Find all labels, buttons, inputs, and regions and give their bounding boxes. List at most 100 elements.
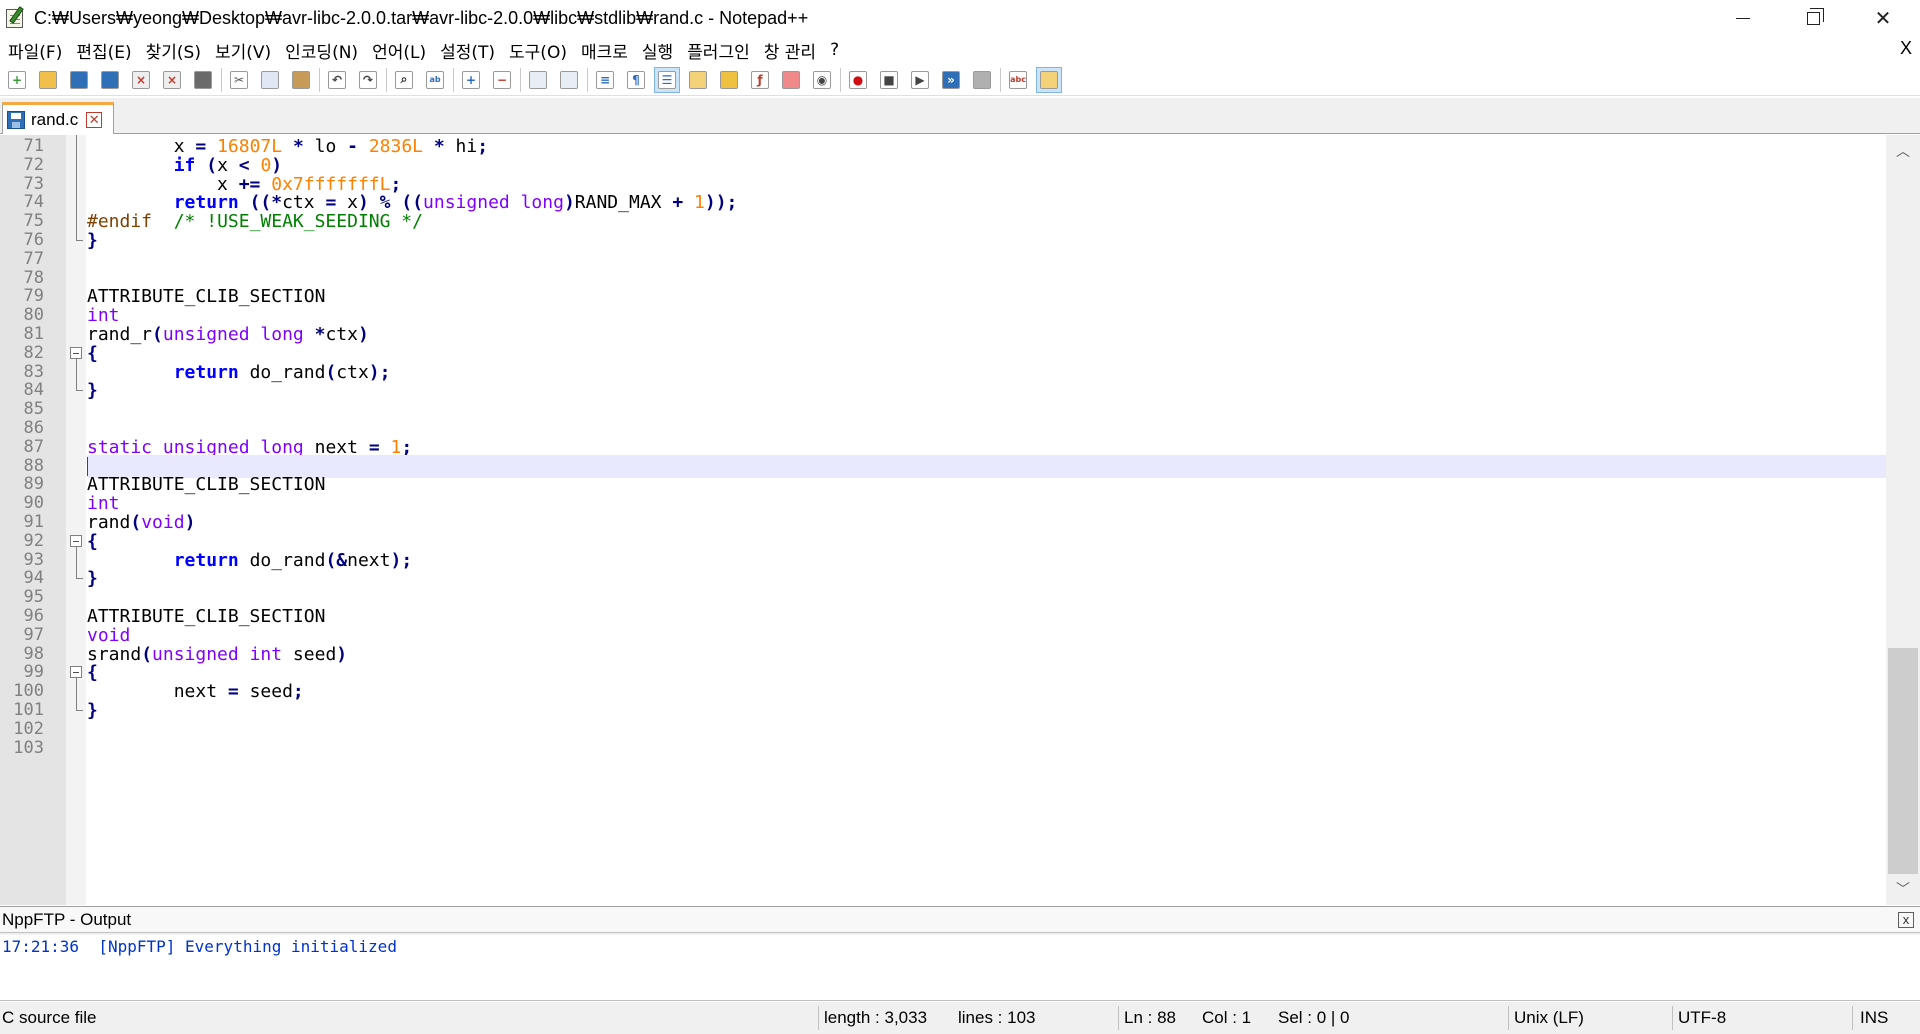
code-line[interactable]	[87, 737, 1887, 760]
open-file-icon	[39, 70, 57, 89]
spell-check-icon: abc	[1009, 70, 1027, 89]
save-macro-button[interactable]	[969, 67, 995, 93]
status-selection: Sel : 0 | 0	[1278, 1008, 1350, 1027]
print-button[interactable]	[190, 67, 216, 93]
line-number-margin: 71 72 73 74 75 76 77 78 79 80 81 82 83 84 85 86 87 88 89 90…	[0, 135, 46, 905]
menu-item-3[interactable]: 보기(V)	[208, 38, 278, 63]
menu-item-7[interactable]: 도구(O)	[502, 38, 574, 63]
redo-icon: ↷	[359, 70, 377, 89]
status-insert-mode[interactable]: INS	[1860, 1002, 1888, 1034]
indent-guide-button[interactable]: ☰	[654, 66, 680, 93]
menu-item-6[interactable]: 설정(T)	[433, 38, 502, 63]
fold-toggle-icon[interactable]	[70, 347, 82, 359]
undo-button[interactable]: ↶	[324, 67, 350, 93]
cut-button[interactable]: ✂	[226, 67, 252, 93]
menu-item-8[interactable]: 매크로	[574, 38, 635, 63]
notepad-plus-plus-icon	[4, 6, 28, 30]
open-file-button[interactable]	[35, 67, 61, 93]
word-wrap-button[interactable]: ≡	[592, 67, 618, 93]
saved-file-icon	[7, 110, 25, 129]
doc-map-icon	[720, 70, 738, 89]
save-button[interactable]	[66, 67, 92, 93]
menu-item-0[interactable]: 파일(F)	[0, 38, 69, 63]
paste-icon	[292, 70, 310, 89]
code-text-area[interactable]: x = 16807L * lo - 2836L * hi; if (x < 0)…	[87, 135, 1887, 905]
menu-item-1[interactable]: 편집(E)	[69, 38, 138, 63]
copy-icon	[261, 70, 279, 89]
tab-close-icon[interactable]: ✕	[86, 111, 103, 128]
output-close-button[interactable]: x	[1898, 912, 1914, 928]
zoom-in-icon: +	[462, 70, 480, 89]
new-file-button[interactable]: +	[4, 67, 30, 93]
monitoring-icon: ◉	[813, 70, 831, 89]
replace-icon: ab	[426, 70, 444, 89]
doc-map-button[interactable]	[716, 67, 742, 93]
status-length: length : 3,033	[824, 1008, 928, 1027]
run-macro-multiple-button[interactable]: »	[938, 67, 964, 93]
minimize-icon	[1736, 17, 1750, 19]
play-macro-button[interactable]: ▶	[907, 67, 933, 93]
nppftp-button[interactable]	[1036, 66, 1062, 93]
show-all-chars-button[interactable]: ¶	[623, 67, 649, 93]
fold-toggle-icon[interactable]	[70, 535, 82, 547]
function-list-button[interactable]: ƒ	[747, 67, 773, 93]
code-editor[interactable]: 71 72 73 74 75 76 77 78 79 80 81 82 83 84 85 86 87 88 89 90…	[0, 135, 1920, 905]
replace-button[interactable]: ab	[422, 67, 448, 93]
scroll-down-icon[interactable]: ﹀	[1886, 873, 1920, 905]
sync-vertical-button[interactable]	[525, 67, 551, 93]
spell-check-button[interactable]: abc	[1005, 67, 1031, 93]
status-bar: C source file length : 3,033 lines : 103…	[0, 1002, 1920, 1034]
menu-item-9[interactable]: 실행	[635, 38, 680, 63]
minimize-button[interactable]	[1708, 0, 1778, 36]
output-panel-title: NppFTP - Output	[2, 909, 132, 929]
show-all-chars-icon: ¶	[627, 70, 645, 89]
stop-macro-button[interactable]: ■	[876, 67, 902, 93]
output-panel-header: NppFTP - Output x	[0, 907, 1920, 933]
paste-button[interactable]	[288, 67, 314, 93]
monitoring-button[interactable]: ◉	[809, 67, 835, 93]
close-all-button[interactable]: ×	[159, 67, 185, 93]
close-all-icon: ×	[163, 70, 181, 89]
gutter: 71 72 73 74 75 76 77 78 79 80 81 82 83 84 85 86 87 88 89 90…	[0, 135, 86, 905]
menu-item-2[interactable]: 찾기(S)	[139, 38, 208, 63]
menu-item-4[interactable]: 인코딩(N)	[278, 38, 365, 63]
status-file-type: C source file	[2, 1008, 97, 1027]
fold-toggle-icon[interactable]	[70, 666, 82, 678]
find-icon: ⌕	[395, 70, 413, 89]
play-macro-icon: ▶	[911, 70, 929, 89]
find-button[interactable]: ⌕	[391, 67, 417, 93]
cut-icon: ✂	[230, 70, 248, 89]
sync-horizontal-button[interactable]	[556, 67, 582, 93]
record-macro-button[interactable]: ●	[845, 67, 871, 93]
zoom-out-button[interactable]: −	[489, 67, 515, 93]
close-window-button[interactable]: ✕	[1848, 0, 1918, 36]
record-macro-icon: ●	[849, 70, 867, 89]
tab-rand-c[interactable]: rand.c ✕	[2, 102, 114, 134]
user-lang-button[interactable]	[685, 67, 711, 93]
fold-margin[interactable]	[66, 135, 86, 905]
menu-item-11[interactable]: 창 관리	[757, 38, 823, 63]
menu-item-5[interactable]: 언어(L)	[365, 38, 433, 63]
copy-button[interactable]	[257, 67, 283, 93]
line-number: 103	[13, 738, 44, 758]
nppftp-output-panel: NppFTP - Output x 17:21:36 [NppFTP] Ever…	[0, 906, 1920, 1001]
output-log[interactable]: 17:21:36 [NppFTP] Everything initialized	[0, 935, 1920, 1001]
status-eol[interactable]: Unix (LF)	[1514, 1002, 1584, 1034]
save-all-button[interactable]	[97, 67, 123, 93]
close-button[interactable]: ×	[128, 67, 154, 93]
menu-bar: 파일(F) 편집(E) 찾기(S) 보기(V) 인코딩(N) 언어(L) 설정(T) 도구(O…	[0, 36, 1920, 64]
redo-button[interactable]: ↷	[355, 67, 381, 93]
menu-item-10[interactable]: 플러그인	[680, 38, 757, 63]
close-document-button[interactable]: X	[1900, 38, 1912, 59]
zoom-in-button[interactable]: +	[458, 67, 484, 93]
scrollbar-thumb[interactable]	[1888, 648, 1918, 874]
vertical-scrollbar[interactable]: ︿ ﹀	[1886, 135, 1920, 905]
scroll-up-icon[interactable]: ︿	[1886, 135, 1920, 167]
sync-vertical-icon	[529, 70, 547, 89]
close-icon: ×	[132, 70, 150, 89]
toolbar: + × × ✂ ↶ ↷ ⌕ ab + − ≡ ¶ ☰ ƒ ◉ ● ■ ▶» abc	[0, 64, 1920, 96]
status-encoding[interactable]: UTF-8	[1678, 1002, 1726, 1034]
menu-item-12[interactable]: ?	[823, 40, 846, 60]
restore-button[interactable]	[1778, 0, 1848, 36]
folder-workspace-button[interactable]	[778, 67, 804, 93]
